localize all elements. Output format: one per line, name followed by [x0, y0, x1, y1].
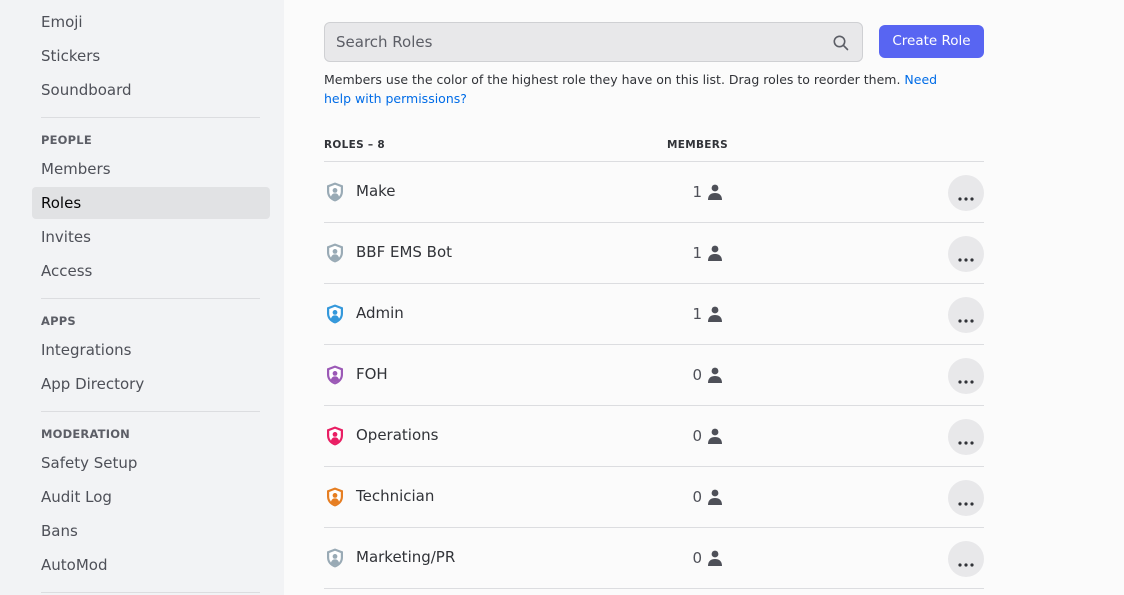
sidebar-item-emoji[interactable]: Emoji: [32, 6, 270, 38]
role-name: Operations: [356, 426, 439, 444]
sidebar-item-soundboard[interactable]: Soundboard: [32, 74, 270, 106]
person-icon: [708, 489, 722, 505]
table-row[interactable]: BBF EMS Bot 1: [324, 223, 984, 284]
table-row[interactable]: Marketing/PR 0: [324, 528, 984, 589]
search-icon[interactable]: [832, 34, 850, 52]
role-shield-icon: [327, 243, 343, 263]
table-row[interactable]: FOH 0: [324, 345, 984, 406]
role-name: Admin: [356, 304, 404, 322]
member-count: 1: [692, 244, 702, 262]
table-row[interactable]: Make 1: [324, 162, 984, 223]
member-count: 0: [692, 366, 702, 384]
member-count: 1: [692, 305, 702, 323]
sidebar-divider: [41, 117, 260, 118]
sidebar-item-invites[interactable]: Invites: [32, 221, 270, 253]
roles-panel: Create Role Members use the color of the…: [284, 0, 1124, 595]
create-role-button[interactable]: Create Role: [879, 25, 984, 58]
sidebar-item-integrations[interactable]: Integrations: [32, 334, 270, 366]
roles-column-header: ROLES – 8: [324, 139, 386, 151]
ellipsis-icon: [958, 197, 974, 201]
sidebar-item-app-directory[interactable]: App Directory: [32, 368, 270, 400]
table-row[interactable]: Technician 0: [324, 467, 984, 528]
sidebar-header-people: PEOPLE: [41, 133, 92, 147]
ellipsis-icon: [958, 563, 974, 567]
person-icon: [708, 367, 722, 383]
search-input[interactable]: [325, 23, 862, 61]
member-count: 0: [692, 488, 702, 506]
role-shield-icon: [327, 426, 343, 446]
search-box: [324, 22, 863, 62]
sidebar-item-members[interactable]: Members: [32, 153, 270, 185]
person-icon: [708, 428, 722, 444]
role-shield-icon: [327, 548, 343, 568]
role-more-options-button[interactable]: [948, 297, 984, 333]
role-name: BBF EMS Bot: [356, 243, 453, 261]
sidebar-item-automod[interactable]: AutoMod: [32, 549, 270, 581]
role-more-options-button[interactable]: [948, 236, 984, 272]
person-icon: [708, 550, 722, 566]
ellipsis-icon: [958, 441, 974, 445]
role-more-options-button[interactable]: [948, 358, 984, 394]
role-more-options-button[interactable]: [948, 175, 984, 211]
person-icon: [708, 306, 722, 322]
sidebar-item-access[interactable]: Access: [32, 255, 270, 287]
role-shield-icon: [327, 182, 343, 202]
sidebar-header-apps: APPS: [41, 314, 76, 328]
sidebar-item-bans[interactable]: Bans: [32, 515, 270, 547]
role-more-options-button[interactable]: [948, 480, 984, 516]
person-icon: [708, 184, 722, 200]
table-row[interactable]: Admin 1: [324, 284, 984, 345]
role-shield-icon: [327, 487, 343, 507]
roles-description: Members use the color of the highest rol…: [324, 70, 964, 108]
ellipsis-icon: [958, 258, 974, 262]
role-shield-icon: [327, 304, 343, 324]
sidebar-item-audit-log[interactable]: Audit Log: [32, 481, 270, 513]
role-more-options-button[interactable]: [948, 541, 984, 577]
sidebar-item-stickers[interactable]: Stickers: [32, 40, 270, 72]
sidebar-header-moderation: MODERATION: [41, 427, 131, 441]
ellipsis-icon: [958, 502, 974, 506]
sidebar-item-safety-setup[interactable]: Safety Setup: [32, 447, 270, 479]
sidebar-divider: [41, 411, 260, 412]
sidebar-divider: [41, 298, 260, 299]
members-column-header: MEMBERS: [667, 139, 728, 151]
role-name: Make: [356, 182, 396, 200]
member-count: 1: [692, 183, 702, 201]
role-name: Technician: [356, 487, 435, 505]
sidebar-item-roles[interactable]: Roles: [32, 187, 270, 219]
table-row[interactable]: Operations 0: [324, 406, 984, 467]
member-count: 0: [692, 549, 702, 567]
sidebar-divider: [41, 592, 260, 593]
role-shield-icon: [327, 365, 343, 385]
ellipsis-icon: [958, 380, 974, 384]
description-text: Members use the color of the highest rol…: [324, 72, 901, 87]
member-count: 0: [692, 427, 702, 445]
role-name: FOH: [356, 365, 388, 383]
settings-sidebar: Emoji Stickers Soundboard PEOPLE Members…: [0, 0, 284, 595]
role-more-options-button[interactable]: [948, 419, 984, 455]
person-icon: [708, 245, 722, 261]
ellipsis-icon: [958, 319, 974, 323]
role-name: Marketing/PR: [356, 548, 456, 566]
